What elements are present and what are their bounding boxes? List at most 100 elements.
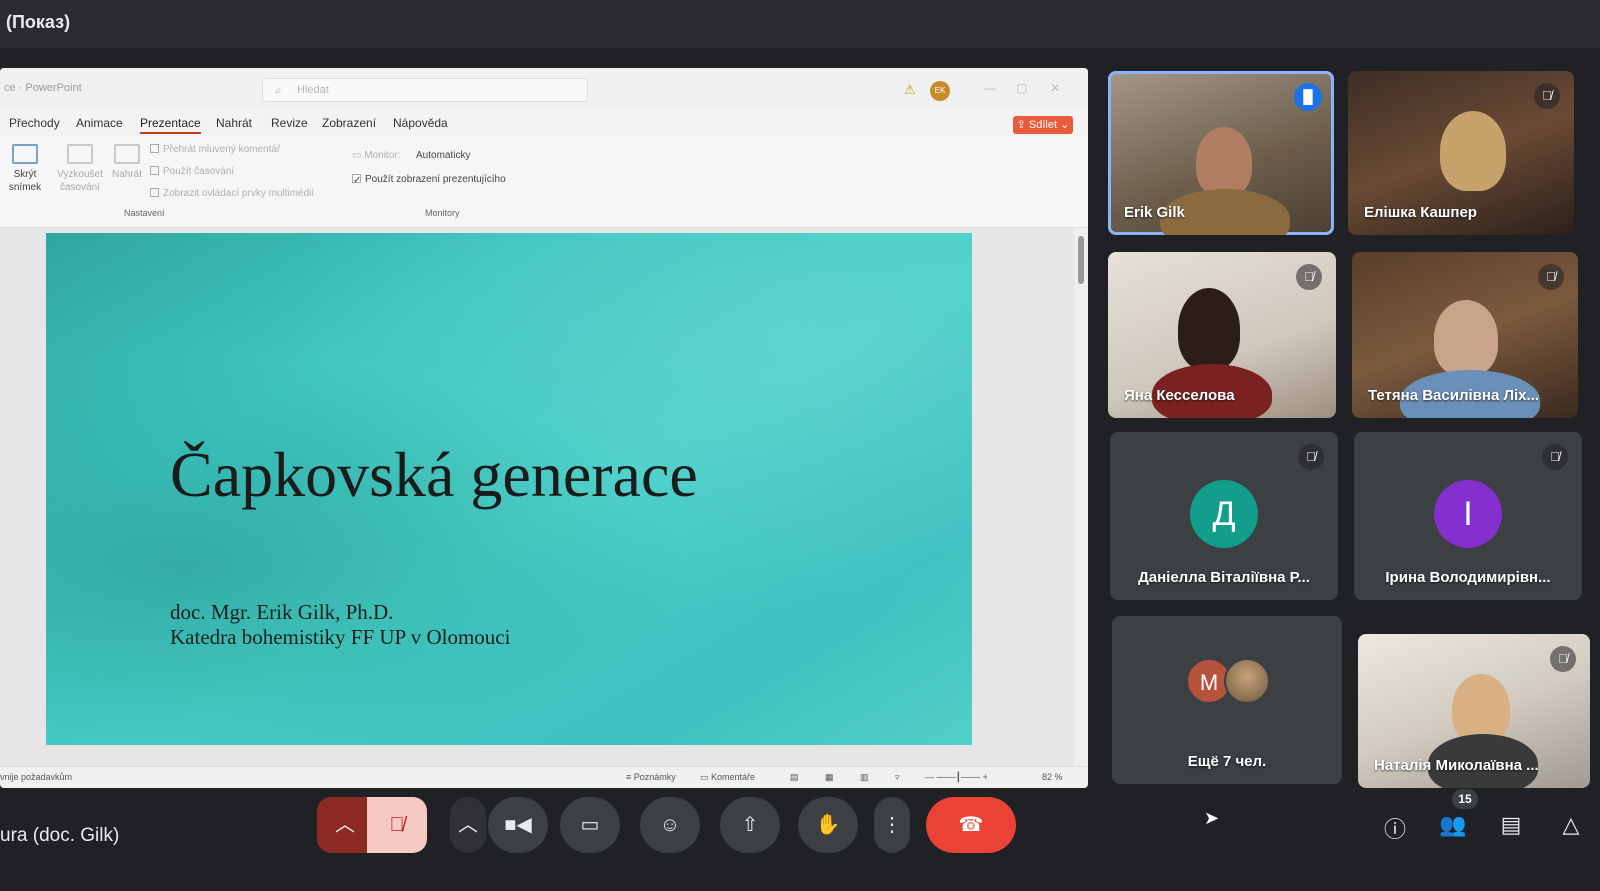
timings-checkbox[interactable]: Použít časování <box>150 166 234 177</box>
participant-tile[interactable]: Д 🎙̸ Даніелла Віталіївна Р... <box>1110 432 1338 600</box>
tab-napoveda[interactable]: Nápověda <box>393 116 448 130</box>
participant-tile[interactable]: 🎙̸ Тетяна Василівна Ліх... <box>1352 252 1578 418</box>
presenter-view-checkbox[interactable]: ✓ Použít zobrazení prezentujícího <box>352 174 506 186</box>
timings-label: Použít časování <box>163 166 235 177</box>
chat-button[interactable]: ▤ <box>1496 812 1526 838</box>
tab-prechody[interactable]: Přechody <box>9 116 60 130</box>
search-icon: ⌕ <box>275 83 282 97</box>
hang-up-icon: ☎ <box>958 814 984 836</box>
timer-icon <box>67 144 93 164</box>
participant-name: Яна Кесселова <box>1124 387 1235 404</box>
video-options-button[interactable]: ︿ <box>450 797 486 853</box>
current-slide: Čapkovská generace doc. Mgr. Erik Gilk, … <box>46 233 972 745</box>
notes-button[interactable]: ≡ Poznámky <box>626 772 676 782</box>
ppt-title-bar: ce · PowerPoint ⌕ Hledat ⚠ EK — ▢ ✕ <box>0 68 1088 110</box>
leave-call-button[interactable]: ☎ <box>926 797 1016 853</box>
comments-button[interactable]: ▭ Komentáře <box>700 772 755 783</box>
participant-tile[interactable]: 🎙̸ Наталія Миколаївна ... <box>1358 634 1590 788</box>
mic-off-icon: 🎙̸ <box>1534 83 1560 109</box>
reading-view-icon[interactable]: ▥ <box>860 772 869 783</box>
mic-off-icon: 🎙̸ <box>1538 264 1564 290</box>
slideshow-icon[interactable]: ▿ <box>895 772 900 783</box>
record-label: Nahrát <box>111 169 142 180</box>
slide-department: Katedra bohemistiky FF UP v Olomouci <box>170 625 511 649</box>
mic-off-icon: 🎙̸ <box>1542 444 1568 470</box>
participant-video <box>1178 288 1240 370</box>
participant-tile[interactable]: 🎙̸ Яна Кесселова <box>1108 252 1336 418</box>
media-controls-label: Zobrazit ovládací prvky multimédií <box>163 188 315 199</box>
scrollbar-thumb[interactable] <box>1078 236 1084 284</box>
present-screen-icon: ⇧ <box>741 814 759 836</box>
participant-name: Елішка Кашпер <box>1364 204 1477 221</box>
slide-author: doc. Mgr. Erik Gilk, Ph.D. <box>170 600 394 624</box>
audio-options-button[interactable]: ︿ <box>317 797 373 853</box>
captions-button[interactable]: ▭ <box>560 797 620 853</box>
raise-hand-icon: ✋ <box>815 814 841 836</box>
zoom-slider[interactable]: — ───┃─── + <box>925 772 988 783</box>
monitor-select[interactable]: Automaticky <box>416 150 542 166</box>
ppt-ribbon: Skrýt snímek Vyzkoušet časování Nahrát P… <box>0 136 1088 228</box>
participant-tile[interactable]: 🎙̸ Елішка Кашпер <box>1348 71 1574 235</box>
raise-hand-button[interactable]: ✋ <box>798 797 858 853</box>
hide-slide-label: Skrýt snímek <box>8 169 42 193</box>
tab-revize[interactable]: Revize <box>271 116 308 130</box>
maximize-icon[interactable]: ▢ <box>1016 81 1027 95</box>
activities-icon: △ <box>1562 812 1580 837</box>
mic-off-icon: 🎙̸ <box>1298 444 1324 470</box>
ppt-app-name: ce · PowerPoint <box>4 82 82 94</box>
tab-animace[interactable]: Animace <box>76 116 123 130</box>
participant-name: Ірина Володимирівн... <box>1385 569 1551 586</box>
present-screen-button[interactable]: ⇧ <box>720 797 780 853</box>
tab-nahrat[interactable]: Nahrát <box>216 116 252 130</box>
participant-name: Тетяна Василівна Ліх... <box>1368 387 1539 404</box>
participant-name: Даніелла Віталіївна Р... <box>1138 569 1310 586</box>
people-icon: 👥 <box>1439 812 1467 837</box>
slide-sorter-icon[interactable]: ▦ <box>825 772 834 783</box>
participant-avatar: І <box>1434 480 1502 548</box>
tab-prezentace[interactable]: Prezentace <box>140 116 201 134</box>
participant-tile[interactable]: І 🎙̸ Ірина Володимирівн... <box>1354 432 1582 600</box>
participant-avatar <box>1224 658 1270 704</box>
record-button[interactable]: Nahrát <box>110 144 144 181</box>
reactions-button[interactable]: ☺ <box>640 797 700 853</box>
narration-checkbox[interactable]: Přehrát mluvený komentář <box>150 144 280 155</box>
zoom-level[interactable]: 82 % <box>1042 772 1063 782</box>
normal-view-icon[interactable]: ▤ <box>790 772 799 783</box>
media-controls-checkbox[interactable]: Zobrazit ovládací prvky multimédií <box>150 188 314 199</box>
meeting-title: ura (doc. Gilk) <box>0 825 120 846</box>
share-button[interactable]: ⇪ Sdílet ⌄ <box>1013 116 1073 134</box>
window-title: (Показ) <box>6 12 71 32</box>
warning-icon[interactable]: ⚠ <box>904 82 916 98</box>
activities-button[interactable]: △ <box>1556 812 1586 838</box>
window-title-bar: (Показ) <box>0 0 1600 48</box>
share-label: Sdílet <box>1028 119 1058 131</box>
rehearse-timings-button[interactable]: Vyzkoušet časování <box>56 144 104 194</box>
minimize-icon[interactable]: — <box>984 81 996 95</box>
participant-video <box>1440 111 1506 191</box>
hide-slide-icon <box>12 144 38 164</box>
participant-name: Наталія Миколаївна ... <box>1374 757 1539 774</box>
participant-tile[interactable]: ▐▌ Erik Gilk <box>1108 71 1334 235</box>
mic-off-icon: 🎙̸ <box>1296 264 1322 290</box>
slide-canvas: Čapkovská generace doc. Mgr. Erik Gilk, … <box>0 228 1074 766</box>
status-left-text: vnije požadavkům <box>0 772 73 782</box>
participant-video <box>1434 300 1498 376</box>
rehearse-label: Vyzkoušet časování <box>57 169 103 193</box>
people-button[interactable]: 👥 <box>1438 812 1468 838</box>
user-avatar[interactable]: EK <box>930 81 950 101</box>
mouse-cursor-icon: ➤ <box>1204 808 1220 828</box>
speaking-indicator-icon: ▐▌ <box>1294 83 1322 111</box>
ppt-search-box[interactable]: ⌕ Hledat <box>262 78 588 102</box>
more-participants-tile[interactable]: M Ещё 7 чел. <box>1112 616 1342 784</box>
slide-title: Čapkovská generace <box>170 439 698 510</box>
slide-scrollbar[interactable] <box>1074 228 1088 766</box>
monitor-label: ▭ Monitor: <box>352 150 401 161</box>
close-icon[interactable]: ✕ <box>1050 81 1060 95</box>
more-options-button[interactable]: ⋮ <box>874 797 910 853</box>
camera-toggle-button[interactable]: ■◀ <box>488 797 548 853</box>
narration-label: Přehrát mluvený komentář <box>163 144 281 155</box>
tab-zobrazeni[interactable]: Zobrazení <box>322 116 376 130</box>
meeting-details-button[interactable]: ⓘ <box>1380 812 1410 844</box>
microphone-toggle-button[interactable]: 🎙̸ <box>367 797 427 853</box>
hide-slide-button[interactable]: Skrýt snímek <box>8 144 42 194</box>
